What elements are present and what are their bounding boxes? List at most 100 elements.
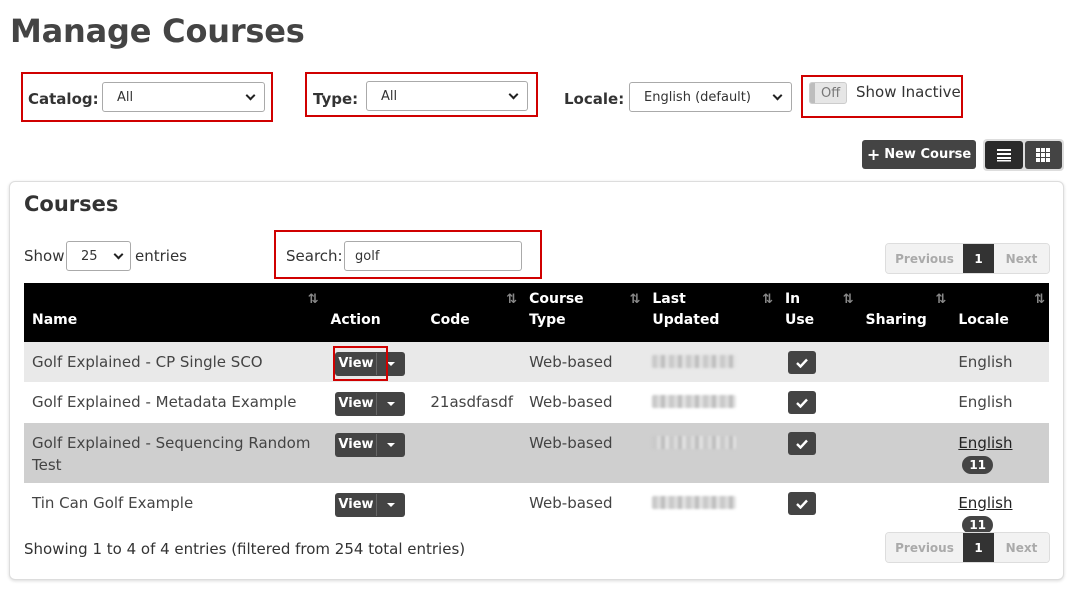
locale-link[interactable]: English	[958, 494, 1012, 512]
last-updated-redacted	[644, 483, 777, 536]
checkmark-icon	[787, 432, 816, 455]
action-cell: View	[322, 423, 423, 483]
pagination-top: Previous 1 Next	[885, 243, 1050, 274]
show-inactive-toggle[interactable]: Off	[809, 82, 847, 104]
next-page-button[interactable]: Next	[994, 533, 1049, 562]
plus-icon: +	[866, 145, 881, 164]
in-use-cell	[776, 483, 858, 536]
locale-cell: English 11	[950, 423, 1049, 483]
panel-title: Courses	[24, 192, 119, 216]
checkmark-icon	[787, 492, 816, 515]
sort-icon: ⇅	[307, 292, 319, 307]
sort-icon: ⇅	[1034, 292, 1045, 307]
column-header-course-type[interactable]: Course Type ⇅	[521, 283, 645, 342]
locale-cell: English	[950, 382, 1049, 423]
course-code	[422, 483, 522, 536]
sort-icon: ⇅	[506, 292, 517, 307]
caret-down-icon	[377, 402, 405, 406]
search-input-value: golf	[355, 248, 380, 264]
sharing-cell	[857, 382, 951, 423]
column-header-locale[interactable]: Locale ⇅	[950, 283, 1049, 342]
chevron-down-icon	[772, 90, 783, 100]
checkmark-icon	[787, 351, 816, 374]
table-row: Golf Explained - Sequencing Random Test …	[24, 423, 1049, 483]
new-course-button[interactable]: + New Course	[862, 140, 976, 169]
list-view-button[interactable]	[985, 141, 1023, 169]
next-page-button[interactable]: Next	[994, 244, 1049, 273]
courses-table: Name ⇅ Action Code ⇅ Course Type ⇅ Last Updat…	[24, 283, 1049, 536]
table-row: Golf Explained - Metadata Example View 2…	[24, 382, 1049, 423]
action-cell: View	[322, 483, 423, 536]
table-info: Showing 1 to 4 of 4 entries (filtered fr…	[24, 540, 466, 558]
last-updated-redacted	[644, 382, 777, 423]
course-type: Web-based	[521, 423, 645, 483]
grid-icon	[1036, 148, 1051, 162]
redacted-date	[652, 355, 737, 368]
entries-label: entries	[135, 247, 187, 265]
column-header-name[interactable]: Name ⇅	[24, 283, 323, 342]
list-icon	[996, 149, 1011, 162]
page-1-button[interactable]: 1	[963, 533, 994, 562]
course-name: Tin Can Golf Example	[24, 483, 323, 536]
in-use-cell	[776, 342, 858, 382]
view-dropdown-button[interactable]: View	[335, 433, 406, 457]
table-header-row: Name ⇅ Action Code ⇅ Course Type ⇅ Last Updat…	[24, 283, 1049, 342]
locale-select-value: English (default)	[644, 89, 751, 105]
catalog-select-value: All	[117, 89, 134, 105]
redacted-date	[652, 436, 737, 449]
type-select-value: All	[381, 88, 398, 104]
catalog-label: Catalog:	[28, 90, 99, 108]
locale-select[interactable]: English (default)	[629, 82, 792, 112]
sort-icon: ⇅	[762, 292, 773, 307]
sharing-cell	[857, 423, 951, 483]
column-header-sharing[interactable]: Sharing ⇅	[857, 283, 951, 342]
chevron-down-icon	[508, 89, 519, 99]
previous-page-button[interactable]: Previous	[886, 244, 963, 273]
checkmark-icon	[787, 391, 816, 414]
last-updated-redacted	[644, 342, 777, 382]
search-label: Search:	[286, 247, 343, 265]
view-mode-toggle	[983, 139, 1064, 171]
column-header-in-use[interactable]: In Use ⇅	[776, 283, 858, 342]
course-type: Web-based	[521, 483, 645, 536]
course-name: Golf Explained - Sequencing Random Test	[24, 423, 323, 483]
course-code: 21asdfasdf	[422, 382, 522, 423]
type-select[interactable]: All	[366, 81, 528, 111]
sharing-cell	[857, 483, 951, 536]
locale-text: English	[958, 393, 1013, 411]
show-label: Show	[24, 247, 65, 265]
view-button-highlight	[333, 346, 388, 381]
sharing-cell	[857, 342, 951, 382]
new-course-label: New Course	[884, 147, 972, 162]
course-code	[422, 342, 522, 382]
view-dropdown-button[interactable]: View	[335, 493, 406, 517]
chevron-down-icon	[245, 90, 256, 100]
course-code	[422, 423, 522, 483]
table-row: Tin Can Golf Example View Web-based Engl…	[24, 483, 1049, 536]
toggle-state-text: Off	[821, 85, 841, 101]
column-header-last-updated[interactable]: Last Updated ⇅	[644, 283, 777, 342]
locale-count-badge: 11	[962, 456, 994, 474]
locale-link[interactable]: English	[958, 434, 1012, 452]
caret-down-icon	[377, 443, 405, 447]
page-title: Manage Courses	[10, 12, 305, 50]
column-header-action: Action	[322, 283, 423, 342]
course-name: Golf Explained - CP Single SCO	[24, 342, 323, 382]
redacted-date	[652, 496, 737, 509]
column-header-code[interactable]: Code ⇅	[422, 283, 522, 342]
course-type: Web-based	[521, 382, 645, 423]
grid-view-button[interactable]	[1024, 141, 1062, 169]
in-use-cell	[776, 423, 858, 483]
last-updated-redacted	[644, 423, 777, 483]
entries-value: 25	[81, 248, 98, 264]
sort-icon: ⇅	[842, 292, 854, 307]
catalog-select[interactable]: All	[102, 82, 265, 112]
table-row: Golf Explained - CP Single SCO View Web-…	[24, 342, 1049, 382]
page-1-button[interactable]: 1	[963, 244, 994, 273]
locale-cell: English11	[950, 483, 1049, 536]
entries-per-page-select[interactable]: 25	[66, 241, 131, 271]
view-dropdown-button[interactable]: View	[335, 392, 406, 416]
caret-down-icon	[377, 503, 405, 507]
previous-page-button[interactable]: Previous	[886, 533, 963, 562]
search-input[interactable]: golf	[344, 241, 522, 271]
